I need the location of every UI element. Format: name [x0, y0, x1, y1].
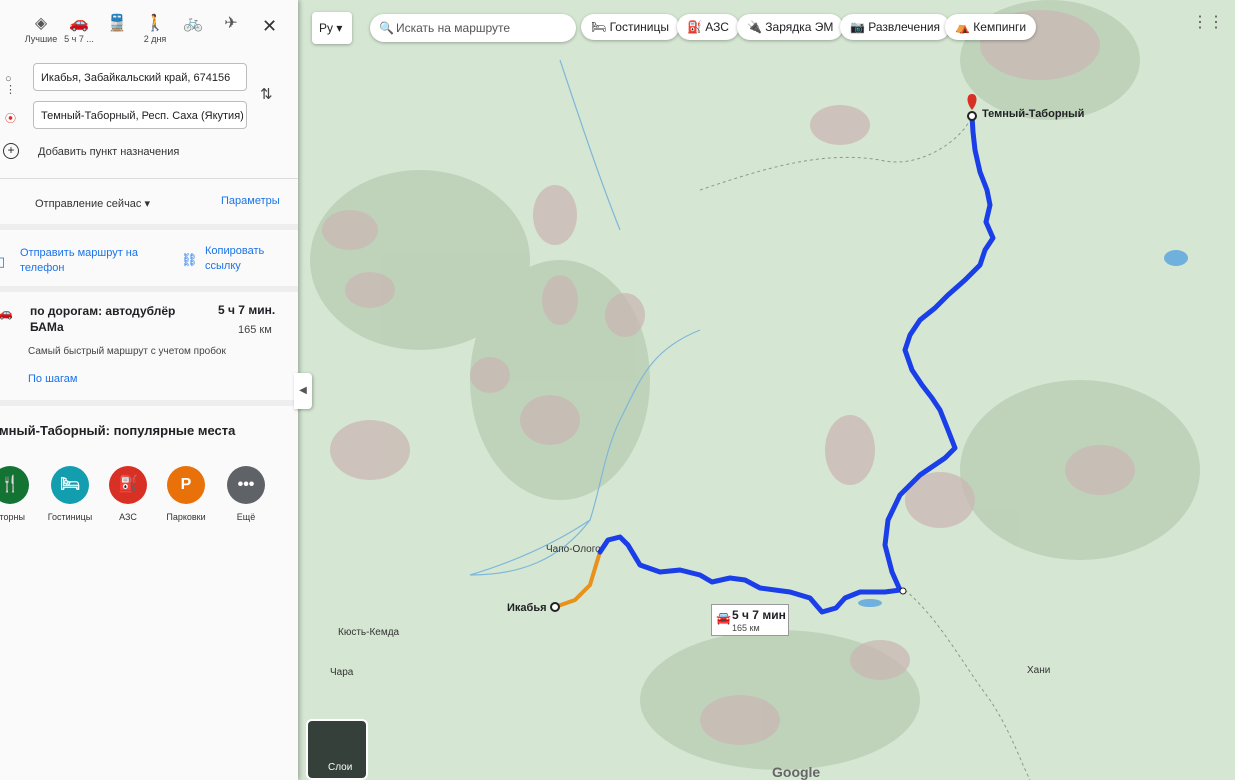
category-label: сторны [0, 512, 25, 522]
swap-icon[interactable]: ⇅ [260, 85, 273, 103]
callout-distance: 165 км [732, 623, 760, 633]
fork-knife-icon: 🍴 [0, 466, 29, 504]
add-destination[interactable]: Добавить пункт назначения [38, 146, 179, 158]
apps-grid-icon[interactable]: ⋮⋮ [1192, 12, 1224, 32]
tent-icon: ⛺ [955, 20, 974, 34]
map-label-chapo-ologo[interactable]: Чапо-Олого [546, 544, 601, 555]
link-icon: ⛓ [181, 252, 198, 267]
gas-icon: ⛽ [109, 466, 147, 504]
chip-ev-label: Зарядка ЭМ [765, 20, 834, 34]
parking-icon: P [167, 466, 205, 504]
search-icon: 🔍 [379, 21, 394, 35]
search-along-route[interactable]: 🔍 Искать на маршруте [370, 14, 576, 42]
map-label-destination[interactable]: Темный-Таборный [982, 108, 1084, 120]
directions-panel: ◈ Лучшие 🚗 5 ч 7 ... 🚆 🚶 2 дня 🚲 ✈ ✕ ○ ⋮ ⦿ … [0, 0, 298, 780]
chip-gas-label: АЗС [705, 20, 729, 34]
bed-icon: 🛏 [51, 466, 89, 504]
map-label-khani[interactable]: Хани [1027, 665, 1050, 676]
chip-hotels[interactable]: 🛏 Гостиницы [581, 14, 679, 40]
callout-time: 5 ч 7 мин [732, 608, 786, 622]
phone-icon: ▯ [0, 254, 6, 269]
category-gas[interactable]: ⛽ АЗС [98, 466, 158, 522]
mode-best-label: Лучшие [24, 34, 58, 44]
category-label: Парковки [166, 512, 206, 522]
category-more[interactable]: ••• Ещё [216, 466, 276, 522]
popular-places-title: емный-Таборный: популярные места [0, 423, 236, 438]
plane-icon: ✈ [224, 15, 238, 32]
dots-icon: ⋮ [5, 84, 16, 96]
depart-label: Отправление сейчас [35, 198, 142, 210]
options-link[interactable]: Параметры [221, 195, 280, 207]
layers-button[interactable]: Слои [306, 719, 368, 780]
route-duration: 5 ч 7 мин. [218, 303, 276, 317]
mode-walking-label: 2 дня [143, 34, 167, 44]
destination-field[interactable]: Темный-Таборный, Респ. Саха (Якутия) [33, 101, 247, 129]
bed-icon: 🛏 [591, 20, 610, 34]
route-distance: 165 км [238, 324, 272, 336]
train-icon: 🚆 [107, 15, 127, 32]
car-icon: 🚗 [69, 15, 89, 32]
more-icon: ••• [227, 466, 265, 504]
route-duration-callout[interactable]: 🚘 5 ч 7 мин 165 км [711, 604, 789, 636]
map-label-kyust-kemda[interactable]: Кюсть-Кемда [338, 627, 399, 638]
chip-entertainment-label: Развлечения [868, 20, 941, 34]
divider [0, 224, 298, 230]
step-by-step-link[interactable]: По шагам [28, 373, 77, 385]
google-logo: Google [772, 764, 821, 780]
depart-now-dropdown[interactable]: Отправление сейчас ▾ [35, 197, 150, 210]
origin-field[interactable]: Икабья, Забайкальский край, 674156 [33, 63, 247, 91]
chevron-down-icon: ▾ [336, 21, 343, 35]
collapse-panel-button[interactable]: ◀ [294, 373, 312, 409]
bicycle-icon: 🚲 [183, 15, 203, 32]
gas-icon: ⛽ [687, 20, 706, 34]
camera-icon: 📷 [850, 20, 869, 34]
car-icon: 🚗 [0, 306, 13, 320]
chevron-down-icon: ▾ [144, 198, 151, 210]
chip-campgrounds-label: Кемпинги [973, 20, 1027, 34]
map-label-origin[interactable]: Икабья [507, 602, 547, 614]
mode-flight[interactable]: ✈ [212, 14, 250, 44]
close-icon[interactable]: ✕ [262, 16, 277, 37]
diamond-icon: ◈ [34, 15, 48, 32]
category-label: Гостиницы [47, 512, 93, 522]
charging-icon: 🔌 [747, 20, 766, 34]
chevron-left-icon: ◀ [299, 385, 307, 396]
waypoint-marker [899, 587, 907, 595]
mode-transit[interactable]: 🚆 [98, 14, 136, 44]
chip-entertainment[interactable]: 📷 Развлечения [840, 14, 951, 40]
category-label: АЗС [119, 512, 137, 522]
add-icon[interactable]: + [3, 143, 19, 159]
map-label-chara[interactable]: Чара [330, 667, 353, 678]
chip-campgrounds[interactable]: ⛺ Кемпинги [945, 14, 1037, 40]
mode-best[interactable]: ◈ Лучшие [22, 14, 60, 44]
destination-pin-icon: ⦿ [5, 113, 16, 125]
language-label: Ру [319, 21, 334, 35]
mode-driving[interactable]: 🚗 5 ч 7 ... [60, 14, 98, 44]
chip-ev-charging[interactable]: 🔌 Зарядка ЭМ [737, 14, 844, 40]
destination-marker[interactable] [967, 111, 977, 121]
travel-modes: ◈ Лучшие 🚗 5 ч 7 ... 🚆 🚶 2 дня 🚲 ✈ [22, 14, 250, 44]
mode-driving-label: 5 ч 7 ... [64, 34, 94, 44]
search-placeholder: Искать на маршруте [396, 21, 511, 35]
category-hotels[interactable]: 🛏 Гостиницы [40, 466, 100, 522]
category-label: Ещё [236, 512, 256, 522]
route-title[interactable]: по дорогам: автодублёр БАМа [30, 303, 190, 335]
divider [0, 286, 298, 292]
layers-label: Слои [328, 762, 353, 773]
chip-hotels-label: Гостиницы [609, 20, 669, 34]
car-icon: 🚘 [716, 611, 731, 625]
divider [0, 400, 298, 406]
category-restaurants[interactable]: 🍴 сторны [0, 466, 40, 522]
send-to-phone-link[interactable]: Отправить маршрут на телефон [20, 246, 150, 276]
language-selector[interactable]: Ру ▾ [312, 12, 352, 44]
origin-marker[interactable] [550, 602, 560, 612]
chip-gas[interactable]: ⛽ АЗС [677, 14, 739, 40]
divider [0, 178, 298, 179]
walk-icon: 🚶 [145, 15, 165, 32]
copy-link[interactable]: Копировать ссылку [205, 244, 285, 274]
mode-walking[interactable]: 🚶 2 дня [136, 14, 174, 44]
category-parking[interactable]: P Парковки [156, 466, 216, 522]
mode-cycling[interactable]: 🚲 [174, 14, 212, 44]
route-note: Самый быстрый маршрут с учетом пробок [28, 346, 226, 357]
